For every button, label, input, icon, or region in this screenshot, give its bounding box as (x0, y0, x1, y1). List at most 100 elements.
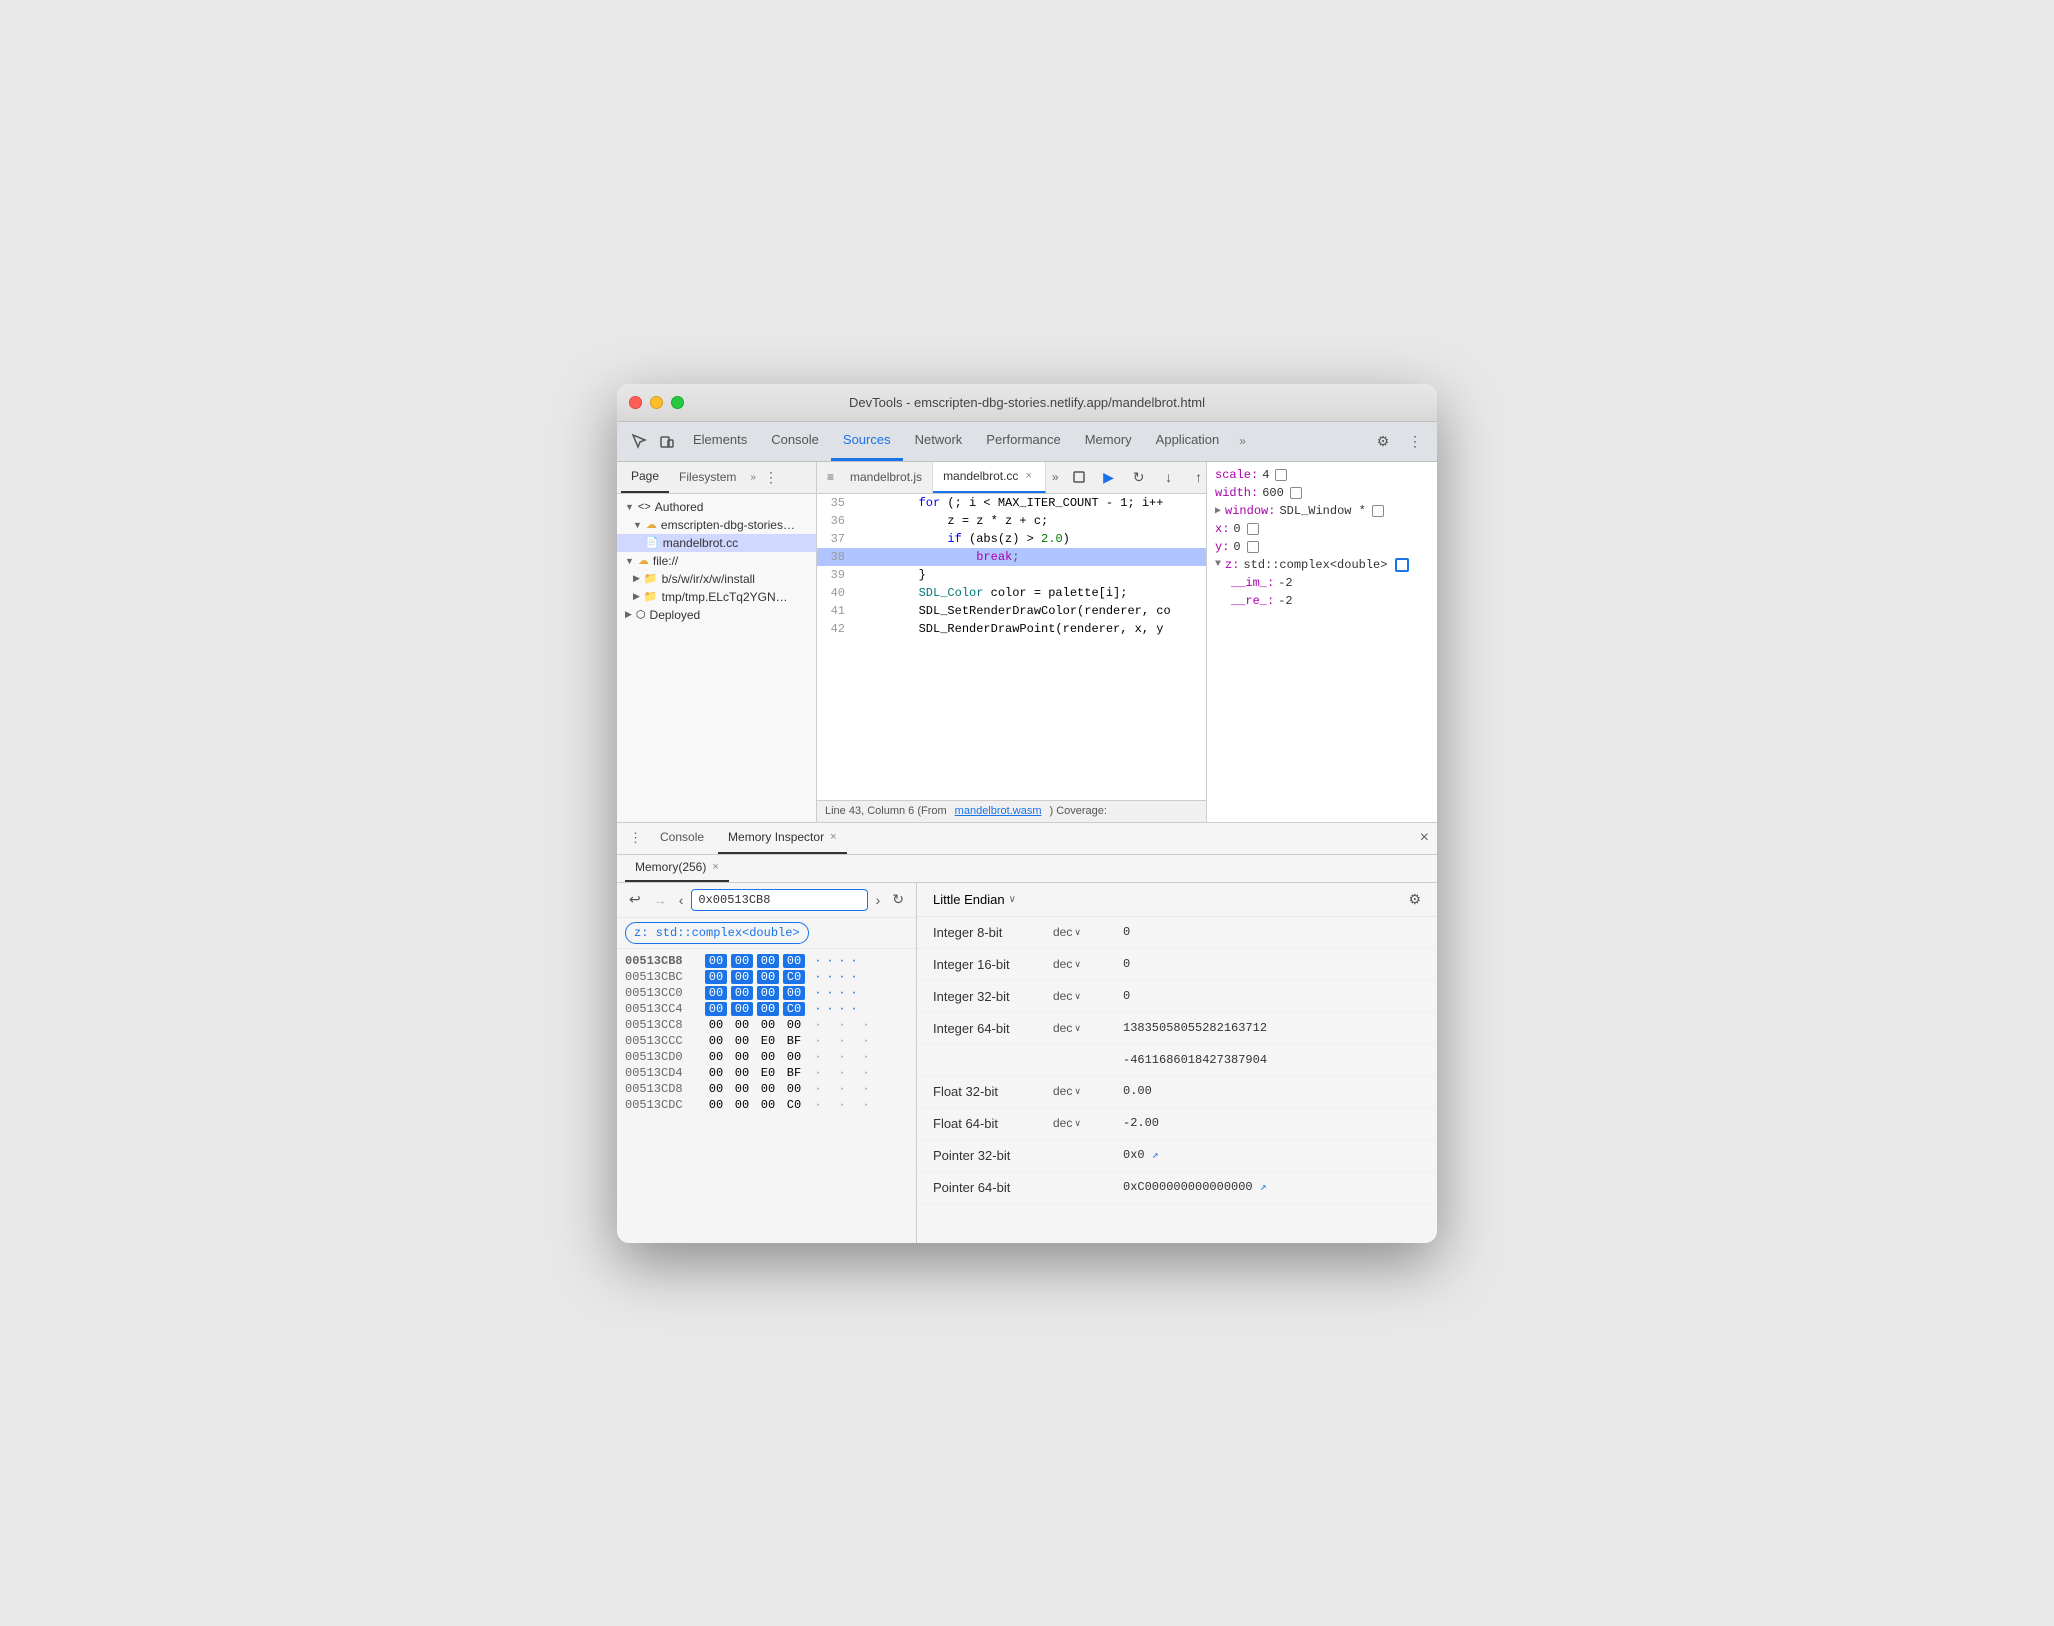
tab-filesystem[interactable]: Filesystem (669, 462, 746, 493)
hex-ascii-4: · · · (813, 1018, 871, 1032)
debug-row-width: width: 600 (1207, 484, 1437, 502)
hex-bytes-5: 00 00 E0 BF (705, 1034, 805, 1048)
float32-format-select[interactable]: dec ∨ (1053, 1084, 1123, 1098)
tab-elements[interactable]: Elements (681, 422, 759, 461)
status-link[interactable]: mandelbrot.wasm (955, 805, 1042, 817)
more-tabs-button[interactable]: » (1231, 434, 1254, 448)
bottom-panel-dots[interactable]: ⋮ (625, 828, 646, 848)
tree-item-authored[interactable]: ▼ <> Authored (617, 498, 816, 516)
hex-row-6: 00513CD0 00 00 00 00 · · · (617, 1049, 916, 1065)
memory-icon-y[interactable] (1247, 541, 1259, 553)
step-over-btn[interactable]: ↻ (1125, 463, 1153, 491)
status-bar: Line 43, Column 6 (From mandelbrot.wasm … (817, 800, 1206, 822)
tab-page[interactable]: Page (621, 462, 669, 493)
ptr64-link[interactable]: ↗ (1260, 1182, 1267, 1194)
devtools-right-icons: ⚙ ⋮ (1369, 427, 1429, 455)
hex-row-7: 00513CD4 00 00 E0 BF · · · (617, 1065, 916, 1081)
int8-format-select[interactable]: dec ∨ (1053, 925, 1123, 939)
editor-more-tabs-btn[interactable]: » (1046, 470, 1065, 484)
expand-icon[interactable]: ▼ (1215, 559, 1221, 570)
mem-row-ptr64: Pointer 64-bit 0xC000000000000000 ↗ (917, 1172, 1437, 1204)
status-text: Line 43, Column 6 (From (825, 805, 947, 817)
hex-row-1: 00513CBC 00 00 00 C0 · · · · (617, 969, 916, 985)
debug-row-im: __im_: -2 (1207, 574, 1437, 592)
memory-back-btn[interactable]: ↩ (625, 889, 645, 910)
hex-bytes-3: 00 00 00 C0 (705, 1002, 805, 1016)
tree-item-emscripten[interactable]: ▼ ☁ emscripten-dbg-stories… (617, 516, 816, 534)
panel-actions-btn[interactable]: ⋮ (760, 469, 782, 486)
devtools-more-btn[interactable]: ⋮ (1401, 427, 1429, 455)
tab-mandelbrot-cc[interactable]: mandelbrot.cc × (933, 462, 1046, 493)
close-bottom-panel-btn[interactable]: × (1420, 829, 1429, 847)
memory-icon-width[interactable] (1290, 487, 1302, 499)
close-memory-inspector-tab[interactable]: × (830, 831, 836, 843)
memory-icon-z-highlighted[interactable] (1395, 558, 1409, 572)
int64-format-select[interactable]: dec ∨ (1053, 1021, 1123, 1035)
window-title: DevTools - emscripten-dbg-stories.netlif… (849, 395, 1205, 410)
memory-hex-area[interactable]: 00513CB8 00 00 00 00 · · · · (617, 949, 916, 1243)
memory-address-input[interactable] (691, 889, 867, 911)
hex-bytes-8: 00 00 00 00 (705, 1082, 805, 1096)
float64-format-select[interactable]: dec ∨ (1053, 1116, 1123, 1130)
memory-icon-x[interactable] (1247, 523, 1259, 535)
file-tree: ▼ <> Authored ▼ ☁ emscripten-dbg-stories… (617, 494, 816, 628)
traffic-lights (629, 396, 684, 409)
close-tab-btn[interactable]: × (1022, 469, 1034, 483)
memory-next-btn[interactable]: › (872, 890, 885, 910)
code-editor-body[interactable]: 35 for (; i < MAX_ITER_COUNT - 1; i++ 36… (817, 494, 1206, 800)
bottom-tabs-bar: ⋮ Console Memory Inspector × × (617, 823, 1437, 855)
hex-bytes-7: 00 00 E0 BF (705, 1066, 805, 1080)
hex-bytes-4: 00 00 00 00 (705, 1018, 805, 1032)
devtools-settings-btn[interactable]: ⚙ (1369, 427, 1397, 455)
hex-ascii-2: · · · · (813, 986, 859, 1000)
int16-format-select[interactable]: dec ∨ (1053, 957, 1123, 971)
tree-item-tmp[interactable]: ▶ 📁 tmp/tmp.ELcTq2YGN… (617, 588, 816, 606)
close-memory-256-tab[interactable]: × (712, 861, 718, 873)
authored-icon: <> (638, 501, 651, 513)
hex-row-4: 00513CC8 00 00 00 00 · · · (617, 1017, 916, 1033)
step-into-btn[interactable]: ↓ (1155, 463, 1183, 491)
memory-settings-btn[interactable]: ⚙ (1408, 891, 1421, 908)
tree-item-mandelbrot-cc[interactable]: 📄 mandelbrot.cc (617, 534, 816, 552)
tab-mandelbrot-js[interactable]: mandelbrot.js (840, 462, 933, 493)
debug-row-y: y: 0 (1207, 538, 1437, 556)
inspect-element-btn[interactable] (625, 427, 653, 455)
tab-application[interactable]: Application (1144, 422, 1232, 461)
tree-item-install[interactable]: ▶ 📁 b/s/w/ir/x/w/install (617, 570, 816, 588)
tab-memory-256[interactable]: Memory(256) × (625, 854, 729, 882)
more-source-tabs[interactable]: » (746, 472, 760, 483)
endian-label: Little Endian (933, 892, 1005, 907)
device-toggle-btn[interactable] (653, 427, 681, 455)
memory-endian-header: Little Endian ∨ ⚙ (917, 883, 1437, 917)
minimize-button[interactable] (650, 396, 663, 409)
resume-script-btn[interactable]: ▶ (1095, 463, 1123, 491)
code-line-40: 40 SDL_Color color = palette[i]; (817, 584, 1206, 602)
format-btn[interactable] (1065, 463, 1093, 491)
ptr32-link[interactable]: ↗ (1152, 1150, 1159, 1162)
maximize-button[interactable] (671, 396, 684, 409)
int32-format-select[interactable]: dec ∨ (1053, 989, 1123, 1003)
code-line-36: 36 z = z * z + c; (817, 512, 1206, 530)
arrow-icon: ▶ (625, 609, 632, 620)
tree-item-deployed[interactable]: ▶ ⬡ Deployed (617, 606, 816, 624)
tab-performance[interactable]: Performance (974, 422, 1072, 461)
hex-row-8: 00513CD8 00 00 00 00 · · · (617, 1081, 916, 1097)
tab-console[interactable]: Console (759, 422, 831, 461)
memory-icon-window[interactable] (1372, 505, 1384, 517)
endian-select[interactable]: Little Endian ∨ (933, 892, 1016, 907)
close-button[interactable] (629, 396, 642, 409)
memory-refresh-btn[interactable]: ↻ (888, 889, 908, 910)
memory-forward-btn[interactable]: → (649, 890, 671, 910)
memory-prev-btn[interactable]: ‹ (675, 890, 688, 910)
tab-memory[interactable]: Memory (1073, 422, 1144, 461)
tab-memory-inspector[interactable]: Memory Inspector × (718, 823, 846, 854)
tab-network[interactable]: Network (903, 422, 975, 461)
cube-icon: ⬡ (636, 608, 646, 621)
editor-nav-btn[interactable]: ≡ (821, 470, 840, 484)
memory-icon-scale[interactable] (1275, 469, 1287, 481)
hex-bytes-6: 00 00 00 00 (705, 1050, 805, 1064)
tree-item-file[interactable]: ▼ ☁ file:// (617, 552, 816, 570)
expand-icon[interactable]: ▶ (1215, 505, 1221, 517)
tab-sources[interactable]: Sources (831, 422, 903, 461)
tab-console-bottom[interactable]: Console (650, 823, 714, 854)
